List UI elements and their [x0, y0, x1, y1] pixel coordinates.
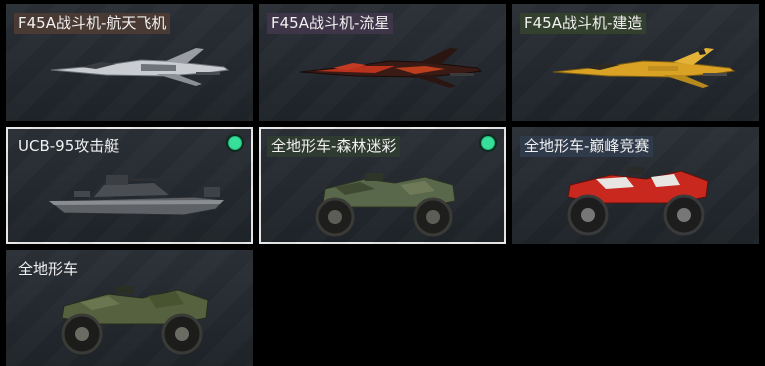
- vehicle-name: F45A战斗机-航天飞机: [14, 13, 171, 34]
- jet-white-icon: [50, 48, 230, 86]
- jet-red-icon: [299, 48, 483, 88]
- atv-camo-icon: [315, 173, 456, 237]
- vehicle-name: 全地形车: [18, 260, 79, 278]
- vehicle-card-atv-forest-camo[interactable]: 全地形车-森林迷彩: [259, 127, 506, 244]
- vehicle-name: UCB-95攻击艇: [18, 137, 120, 155]
- vehicle-card-jet-meteor[interactable]: F45A战斗机-流星: [259, 4, 506, 121]
- atv-green-icon: [61, 286, 209, 355]
- boat-icon: [47, 175, 226, 216]
- jet-yellow-icon: [552, 48, 736, 88]
- equipped-indicator-icon: [228, 136, 242, 150]
- vehicle-card-attack-boat[interactable]: UCB-95攻击艇: [6, 127, 253, 244]
- vehicle-card-jet-construction[interactable]: F45A战斗机-建造: [512, 4, 759, 121]
- vehicle-name: 全地形车-森林迷彩: [267, 136, 401, 157]
- vehicle-card-atv[interactable]: 全地形车: [6, 250, 253, 366]
- equipped-indicator-icon: [481, 136, 495, 150]
- atv-red-icon: [567, 167, 709, 236]
- vehicle-name: 全地形车-巅峰竞赛: [520, 136, 654, 157]
- vehicle-card-atv-peak-racing[interactable]: 全地形车-巅峰竞赛: [512, 127, 759, 244]
- vehicle-name: F45A战斗机-流星: [267, 13, 394, 34]
- vehicle-skin-grid: F45A战斗机-航天飞机 F45A战斗机-流星 F45A战斗机-建造 UCB-9…: [0, 0, 765, 366]
- vehicle-card-jet-shuttle[interactable]: F45A战斗机-航天飞机: [6, 4, 253, 121]
- vehicle-name: F45A战斗机-建造: [520, 13, 647, 34]
